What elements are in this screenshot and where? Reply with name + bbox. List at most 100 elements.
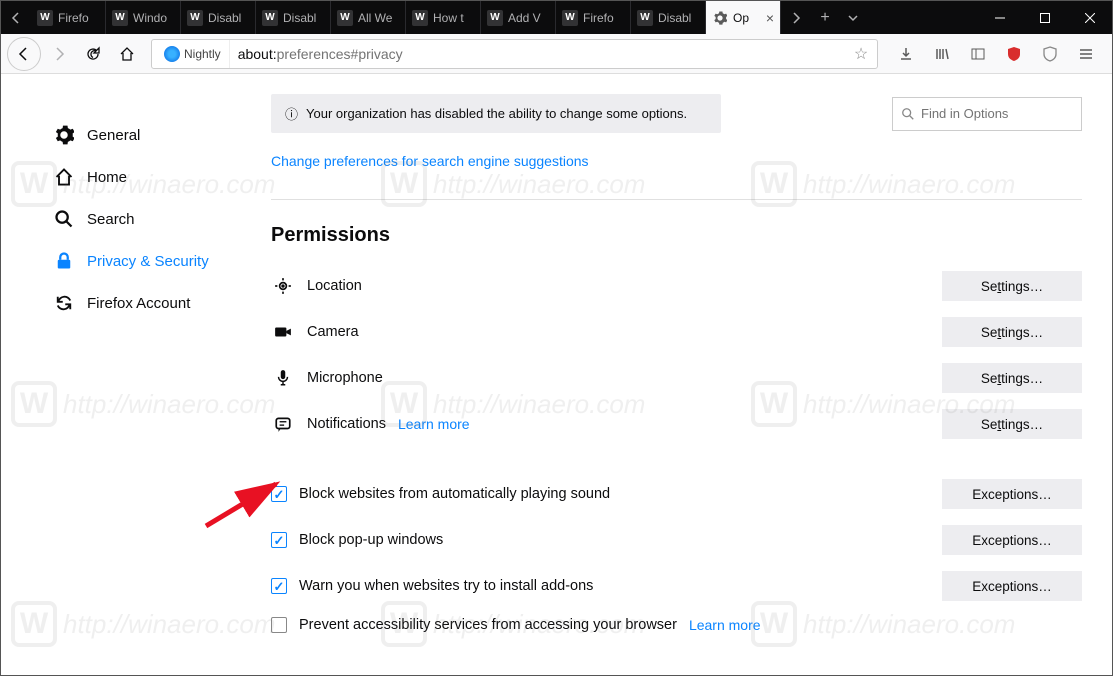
location-icon [271,277,295,295]
permission-label: Microphone [307,370,383,386]
info-text: Your organization has disabled the abili… [306,106,687,121]
permission-row-location: Location Settings… [271,263,1082,309]
learn-more-link[interactable]: Learn more [398,416,470,432]
sidebar-label: Firefox Account [87,295,190,312]
popup-checkbox[interactable] [271,532,287,548]
tab-label: Firefo [58,11,89,25]
sidebar-item-home[interactable]: Home [41,156,241,198]
favicon-w-icon: W [637,10,653,26]
tab-6[interactable]: W Add V [481,1,556,34]
favicon-w-icon: W [37,10,53,26]
checkbox-label: Warn you when websites try to install ad… [299,578,593,594]
info-icon: ⓘ [285,104,298,123]
tab-label: Firefo [583,11,614,25]
search-icon [901,107,915,121]
notifications-settings-button[interactable]: Settings… [942,409,1082,439]
addon-shield-icon[interactable] [1036,40,1064,68]
tabs-dropdown-button[interactable] [839,1,867,34]
tab-3[interactable]: W Disabl [256,1,331,34]
new-tab-button[interactable]: + [811,1,839,34]
identity-box[interactable]: Nightly [156,40,230,68]
divider [271,199,1082,200]
preferences-main: ⓘ Your organization has disabled the abi… [241,74,1112,677]
tab-8[interactable]: W Disabl [631,1,706,34]
sidebar-icon[interactable] [964,40,992,68]
policy-info-bar: ⓘ Your organization has disabled the abi… [271,94,721,133]
sidebar-item-privacy[interactable]: Privacy & Security [41,240,241,282]
permission-row-notifications: Notifications Learn more Settings… [271,401,1082,447]
sidebar-label: Privacy & Security [87,253,209,270]
tab-label: Disabl [658,11,691,25]
bookmark-star-icon[interactable]: ☆ [849,44,873,64]
library-icon[interactable] [928,40,956,68]
home-icon [53,166,75,188]
close-tab-icon[interactable]: × [766,10,774,26]
favicon-w-icon: W [562,10,578,26]
tab-scroll-left[interactable] [1,1,31,34]
tab-scroll-right[interactable] [781,1,811,34]
sidebar-label: Home [87,169,127,186]
find-in-options-input[interactable]: Find in Options [892,97,1082,131]
permission-row-camera: Camera Settings… [271,309,1082,355]
checkbox-row-accessibility: Prevent accessibility services from acce… [271,609,1082,641]
checkbox-label: Block websites from automatically playin… [299,486,610,502]
sidebar-item-general[interactable]: General [41,114,241,156]
sidebar-label: General [87,127,140,144]
lock-icon [53,250,75,272]
location-settings-button[interactable]: Settings… [942,271,1082,301]
reload-button[interactable] [77,38,109,70]
autoplay-checkbox[interactable] [271,486,287,502]
content-area: General Home Search Privacy & Security F… [1,74,1112,677]
addons-checkbox[interactable] [271,578,287,594]
popup-exceptions-button[interactable]: Exceptions… [942,525,1082,555]
window-controls [977,1,1112,34]
sidebar-item-account[interactable]: Firefox Account [41,282,241,324]
checkbox-row-autoplay: Block websites from automatically playin… [271,471,1082,517]
close-window-button[interactable] [1067,1,1112,34]
favicon-w-icon: W [487,10,503,26]
tab-label: Disabl [208,11,241,25]
url-text[interactable]: about:preferences#privacy [230,46,849,62]
accessibility-checkbox[interactable] [271,617,287,633]
tab-label: All We [358,11,392,25]
menu-button[interactable] [1072,40,1100,68]
tab-2[interactable]: W Disabl [181,1,256,34]
titlebar: WFirefo WWindo WDisabl WDisabl WAll We W… [1,1,1112,34]
sidebar-item-search[interactable]: Search [41,198,241,240]
autoplay-exceptions-button[interactable]: Exceptions… [942,479,1082,509]
favicon-w-icon: W [187,10,203,26]
microphone-icon [271,369,295,387]
home-button[interactable] [111,38,143,70]
tab-0[interactable]: W Firefo [31,1,106,34]
learn-more-link[interactable]: Learn more [689,617,761,633]
tab-label: How t [433,11,464,25]
search-suggestions-link[interactable]: Change preferences for search engine sug… [271,153,1082,169]
tab-4[interactable]: WAll We [331,1,406,34]
camera-settings-button[interactable]: Settings… [942,317,1082,347]
permission-label: Notifications [307,416,386,432]
tab-label: Disabl [283,11,316,25]
downloads-icon[interactable] [892,40,920,68]
sync-icon [53,292,75,314]
addons-exceptions-button[interactable]: Exceptions… [942,571,1082,601]
search-icon [53,208,75,230]
checkbox-row-addons: Warn you when websites try to install ad… [271,563,1082,609]
minimize-button[interactable] [977,1,1022,34]
maximize-button[interactable] [1022,1,1067,34]
tab-1[interactable]: WWindo [106,1,181,34]
favicon-w-icon: W [262,10,278,26]
forward-button[interactable] [43,38,75,70]
permissions-heading: Permissions [271,224,1082,247]
checkbox-row-popup: Block pop-up windows Exceptions… [271,517,1082,563]
tab-label: Add V [508,11,541,25]
tab-active[interactable]: Op × [706,1,781,34]
addon-ublock-icon[interactable] [1000,40,1028,68]
back-button[interactable] [7,37,41,71]
tab-7[interactable]: W Firefo [556,1,631,34]
microphone-settings-button[interactable]: Settings… [942,363,1082,393]
tab-5[interactable]: WHow t [406,1,481,34]
url-bar[interactable]: Nightly about:preferences#privacy ☆ [151,39,878,69]
preferences-sidebar: General Home Search Privacy & Security F… [1,74,241,677]
notification-icon [271,415,295,433]
camera-icon [271,323,295,341]
